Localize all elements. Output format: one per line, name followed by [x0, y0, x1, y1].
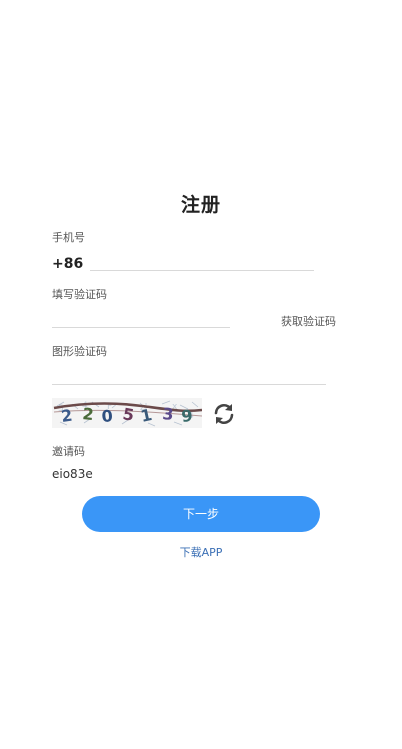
sms-code-label: 填写验证码 [52, 288, 107, 301]
refresh-icon[interactable] [211, 401, 237, 427]
captcha-char: 0 [101, 406, 113, 426]
captcha-char: 9 [180, 406, 193, 426]
sms-code-input[interactable] [52, 309, 230, 328]
image-code-label: 图形验证码 [52, 345, 107, 358]
captcha-image[interactable]: 5 4 F zl x 4 2205139 [52, 398, 203, 428]
phone-input[interactable] [90, 252, 314, 271]
invite-code-value: eio83e [52, 467, 93, 481]
captcha-char: 3 [162, 404, 175, 424]
invite-code-label: 邀请码 [52, 445, 85, 458]
phone-label: 手机号 [52, 231, 85, 244]
get-code-button[interactable]: 获取验证码 [281, 313, 336, 329]
image-code-input[interactable] [52, 366, 326, 385]
page-title: 注册 [180, 194, 221, 216]
captcha-char: 2 [82, 404, 95, 424]
download-app-link[interactable]: 下载APP [0, 544, 402, 560]
next-button[interactable]: 下一步 [82, 496, 320, 532]
country-code-selector[interactable]: +86 [52, 256, 83, 272]
